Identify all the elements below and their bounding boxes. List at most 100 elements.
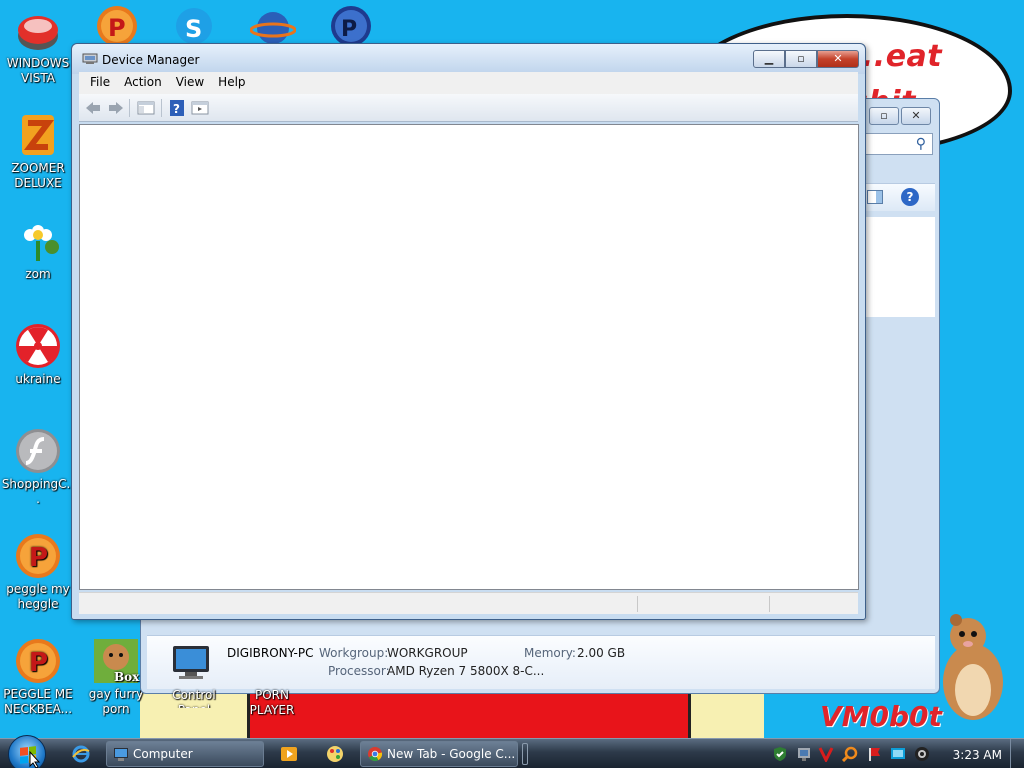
search-icon: ⚲: [915, 136, 926, 152]
window-controls: ▁ ▫ ✕: [753, 50, 859, 68]
wallpaper-cream-block-2: [688, 690, 764, 740]
wallpaper-watermark: VM0b0t: [820, 700, 942, 733]
window-title: Device Manager: [102, 53, 200, 67]
flash-icon: [16, 429, 60, 473]
svg-text:Box: Box: [114, 670, 140, 684]
device-manager-window: Device Manager ▁ ▫ ✕ File Action View He…: [71, 43, 866, 620]
taskbar: Computer New Tab - Google C... 3:23 AM: [0, 735, 1024, 768]
menu-view[interactable]: View: [169, 72, 211, 94]
desktop-icon-label: PORN PLAYER: [249, 688, 295, 717]
svg-text:P: P: [341, 17, 357, 42]
desktop-icon-shopping[interactable]: ShoppingC...: [0, 427, 76, 507]
network-icon[interactable]: [796, 746, 812, 762]
desktop-icon-label: peggle my heggle: [6, 582, 70, 611]
help-icon[interactable]: ?: [901, 188, 919, 206]
maximize-button[interactable]: ▫: [785, 50, 817, 68]
computer-name: DIGIBRONY-PC: [227, 646, 314, 660]
minimize-button[interactable]: ▁: [753, 50, 785, 68]
forward-arrow-icon[interactable]: [107, 99, 125, 117]
back-arrow-icon[interactable]: [84, 99, 102, 117]
help-icon[interactable]: ?: [168, 99, 186, 117]
taskbar-item-chrome[interactable]: New Tab - Google C...: [360, 741, 518, 767]
taskbar-overflow[interactable]: [522, 743, 528, 765]
menu-action[interactable]: Action: [117, 72, 169, 94]
show-desktop-button[interactable]: [1010, 739, 1024, 768]
desktop-icon-porn-player[interactable]: PORN PLAYER: [234, 688, 310, 718]
search-box[interactable]: ⚲: [865, 133, 933, 155]
details-pane: DIGIBRONY-PC Workgroup: WORKGROUP Memory…: [147, 635, 935, 689]
status-separator: [637, 596, 638, 612]
desktop-icon-label: WINDOWS VISTA: [6, 56, 70, 85]
hamster-image: [943, 614, 1003, 720]
show-hide-console-tree-icon[interactable]: [137, 99, 155, 117]
workgroup-label: Workgroup:: [319, 646, 389, 660]
playstation-icon[interactable]: P: [327, 4, 375, 44]
command-bar: ?: [865, 183, 935, 211]
desktop-icon-label: ukraine: [15, 372, 61, 386]
mouse-cursor-icon: [29, 751, 41, 768]
desktop-icon-zom[interactable]: zom: [0, 217, 76, 282]
media-player-icon[interactable]: [280, 745, 298, 763]
clock[interactable]: 3:23 AM: [953, 748, 1002, 762]
toolbar-separator: [129, 99, 130, 117]
volume-icon[interactable]: [914, 746, 930, 762]
menu-file[interactable]: File: [83, 72, 117, 94]
desktop-icon-label: Control Panel: [172, 688, 216, 708]
memory-label: Memory:: [524, 646, 576, 660]
desktop-icon-label: zom: [25, 267, 51, 281]
preview-pane-icon[interactable]: [867, 190, 883, 204]
show-action-pane-icon[interactable]: [191, 99, 209, 117]
peggle-icon[interactable]: P: [93, 4, 141, 44]
processor-label: Processor:: [328, 664, 390, 678]
globe-icon[interactable]: [250, 6, 296, 44]
svg-text:P: P: [29, 648, 48, 678]
desktop-icon-label: ZOOMER DELUXE: [11, 161, 65, 190]
zoomer-icon: [22, 115, 54, 155]
close-button[interactable]: ✕: [817, 50, 859, 68]
status-bar: [79, 592, 858, 614]
computer-content-pane: [865, 217, 935, 317]
internet-explorer-icon[interactable]: [72, 745, 90, 763]
peggle-icon: P: [16, 534, 60, 578]
radiation-icon: [16, 324, 60, 368]
desktop-icon-control-panel[interactable]: Control Panel: [156, 688, 232, 708]
taskbar-item-label: New Tab - Google C...: [387, 747, 516, 761]
restore-button[interactable]: ▫: [869, 107, 899, 125]
system-tray: 3:23 AM: [764, 742, 1024, 766]
toolbar: ?: [79, 94, 858, 122]
taskbar-item-computer[interactable]: Computer: [106, 741, 264, 767]
desktop-icon-windows-vista[interactable]: WINDOWS VISTA: [0, 6, 76, 86]
desktop-icon-zoomer-deluxe[interactable]: ZOOMER DELUXE: [0, 111, 76, 191]
search-tray-icon[interactable]: [842, 746, 858, 762]
skype-icon[interactable]: S: [172, 4, 216, 44]
desktop-icon-peggle-neckbeard[interactable]: P PEGGLE ME NECKBEA...: [0, 637, 76, 717]
device-tree-pane[interactable]: [79, 124, 859, 590]
computer-icon: [173, 646, 209, 679]
chrome-icon: [368, 747, 383, 762]
device-manager-icon: [82, 53, 98, 64]
paint-icon[interactable]: [326, 745, 344, 763]
desktop-icon-ukraine[interactable]: ukraine: [0, 322, 76, 387]
svg-text:P: P: [108, 14, 126, 42]
wallpaper-red-block: [250, 690, 690, 740]
menu-help[interactable]: Help: [211, 72, 252, 94]
svg-text:S: S: [185, 15, 202, 43]
title-bar[interactable]: Device Manager ▁ ▫ ✕: [72, 44, 865, 74]
menu-bar: File Action View Help: [79, 72, 858, 94]
security-shield-icon[interactable]: [772, 746, 788, 762]
close-button[interactable]: ✕: [901, 107, 931, 125]
workgroup-value: WORKGROUP: [387, 646, 468, 660]
svg-text:?: ?: [173, 102, 180, 116]
flower-icon: [24, 225, 59, 261]
flag-icon[interactable]: [866, 746, 882, 762]
toolbar-separator: [161, 99, 162, 117]
vista-icon: [18, 16, 58, 50]
peggle-icon: P: [16, 639, 60, 683]
desktop-icon-peggle-my-heggle[interactable]: P peggle my heggle: [0, 532, 76, 612]
antivirus-icon[interactable]: [818, 746, 834, 762]
display-icon[interactable]: [890, 746, 906, 762]
computer-window-buttons: ▫ ✕: [869, 107, 931, 125]
svg-text:P: P: [29, 543, 48, 573]
desktop-icon-label: ShoppingC...: [1, 477, 75, 506]
desktop-icon-label: PEGGLE ME NECKBEA...: [3, 687, 73, 716]
